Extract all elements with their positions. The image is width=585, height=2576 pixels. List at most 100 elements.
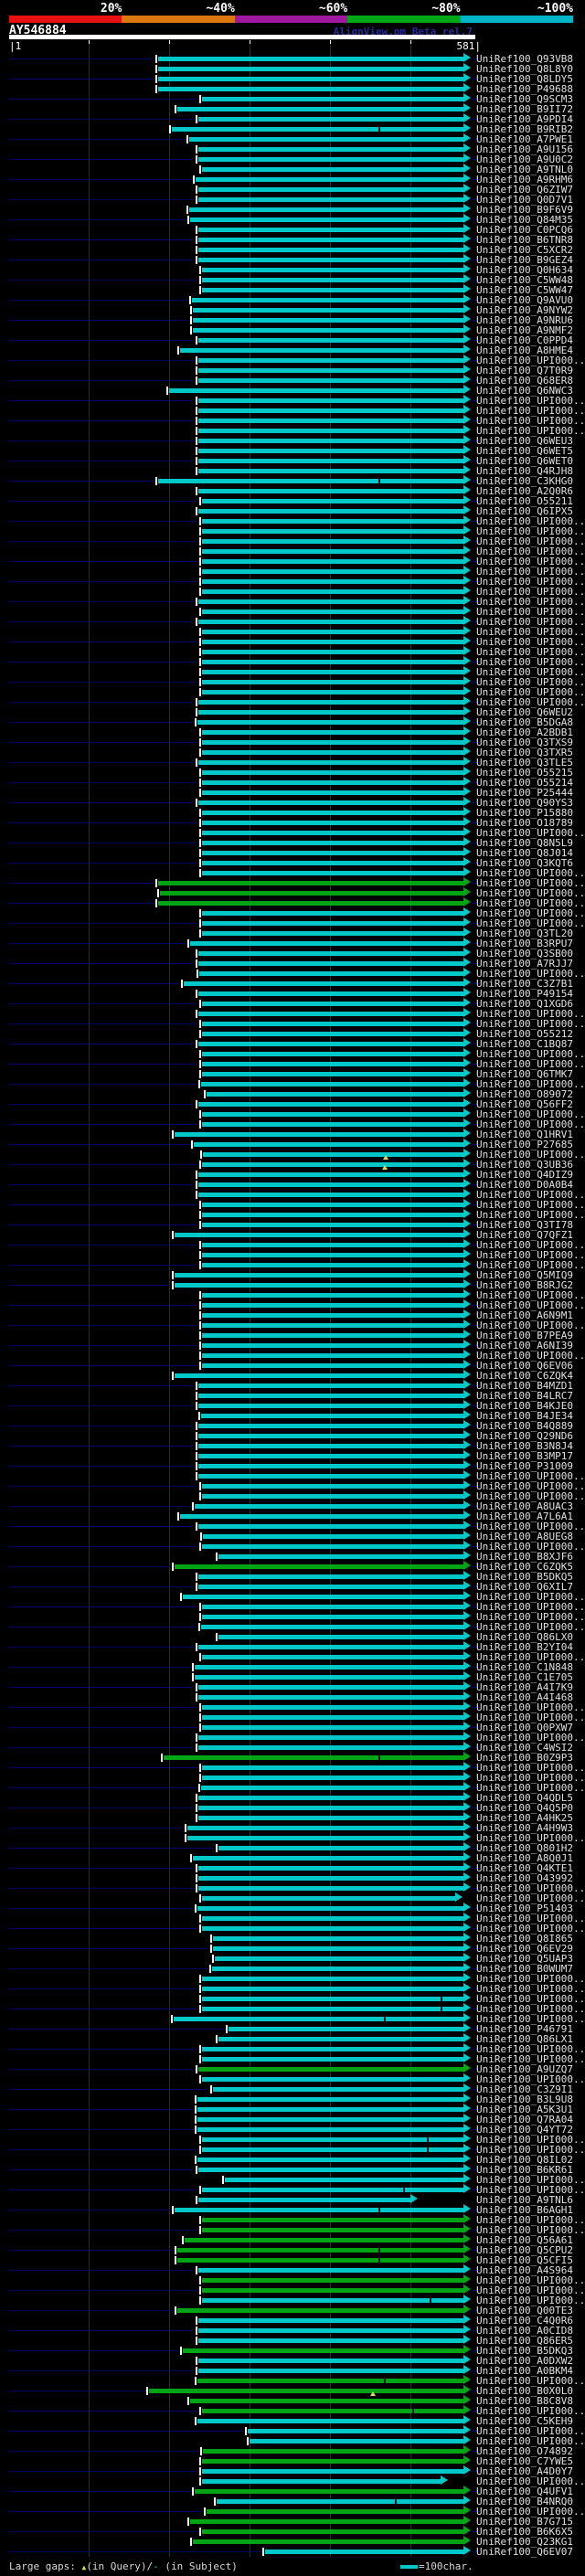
hit-label[interactable]: UniRef100_UPI000..: [476, 617, 585, 627]
hit-bar[interactable]: [213, 2086, 463, 2092]
hit-label[interactable]: UniRef100_Q6EV06: [476, 1361, 573, 1371]
hit-label[interactable]: UniRef100_O89072: [476, 1089, 573, 1099]
hit-label[interactable]: UniRef100_Q6EV29: [476, 1944, 573, 1954]
hit-label[interactable]: UniRef100_Q3TXR5: [476, 747, 573, 758]
hit-label[interactable]: UniRef100_UPI000..: [476, 918, 585, 928]
hit-label[interactable]: UniRef100_B8XJF6: [476, 1552, 573, 1562]
hit-label[interactable]: UniRef100_UPI000..: [476, 657, 585, 667]
hit-bar[interactable]: [202, 588, 463, 594]
hit-bar[interactable]: [202, 790, 463, 795]
hit-label[interactable]: UniRef100_Q6WEU2: [476, 707, 573, 717]
hit-bar[interactable]: [158, 900, 463, 906]
hit-bar[interactable]: [202, 2046, 463, 2051]
hit-bar[interactable]: [195, 1664, 463, 1670]
hit-bar[interactable]: [175, 2207, 463, 2212]
hit-bar[interactable]: [202, 1202, 463, 1207]
hit-label[interactable]: UniRef100_UPI000..: [476, 1240, 585, 1250]
hit-bar[interactable]: [202, 920, 463, 926]
hit-bar[interactable]: [202, 729, 463, 735]
hit-label[interactable]: UniRef100_UPI000..: [476, 667, 585, 677]
hit-bar[interactable]: [202, 1111, 463, 1117]
hit-bar[interactable]: [202, 1322, 463, 1328]
hit-bar[interactable]: [158, 66, 463, 71]
hit-bar[interactable]: [202, 1312, 463, 1318]
hit-bar[interactable]: [217, 2498, 463, 2504]
hit-bar[interactable]: [198, 116, 463, 122]
hit-label[interactable]: UniRef100_UPI000..: [476, 969, 585, 979]
hit-bar[interactable]: [202, 2006, 463, 2011]
hit-bar[interactable]: [190, 217, 463, 222]
hit-bar[interactable]: [180, 347, 463, 353]
hit-label[interactable]: UniRef100_UPI000..: [476, 2426, 585, 2436]
hit-bar[interactable]: [183, 1594, 463, 1599]
hit-label[interactable]: UniRef100_UPI000..: [476, 516, 585, 526]
hit-bar[interactable]: [198, 237, 463, 242]
hit-bar[interactable]: [149, 2388, 463, 2393]
hit-bar[interactable]: [202, 2147, 463, 2152]
hit-label[interactable]: UniRef100_Q68ER8: [476, 376, 573, 386]
hit-bar[interactable]: [202, 1976, 463, 1981]
hit-bar[interactable]: [202, 1242, 463, 1247]
hit-label[interactable]: UniRef100_Q5UAP3: [476, 1954, 573, 1964]
hit-label[interactable]: UniRef100_UPI000..: [476, 2507, 585, 2517]
hit-label[interactable]: UniRef100_A7PWE1: [476, 134, 573, 144]
hit-label[interactable]: UniRef100_P31009: [476, 1461, 573, 1471]
hit-label[interactable]: UniRef100_Q3TXS9: [476, 737, 573, 747]
hit-label[interactable]: UniRef100_UPI000..: [476, 1622, 585, 1632]
hit-bar[interactable]: [177, 2247, 463, 2253]
hit-bar[interactable]: [202, 1765, 463, 1770]
hit-bar[interactable]: [197, 2418, 463, 2423]
hit-label[interactable]: UniRef100_B4Q889: [476, 1421, 573, 1431]
hit-label[interactable]: UniRef100_Q6EV07: [476, 2547, 573, 2557]
hit-bar[interactable]: [203, 1151, 463, 1157]
hit-label[interactable]: UniRef100_UPI000..: [476, 1974, 585, 1984]
hit-label[interactable]: UniRef100_UPI000..: [476, 1883, 585, 1893]
hit-bar[interactable]: [202, 2287, 463, 2293]
hit-label[interactable]: UniRef100_Q23KG1: [476, 2537, 573, 2547]
hit-bar[interactable]: [201, 1081, 463, 1087]
hit-bar[interactable]: [175, 1564, 463, 1569]
hit-label[interactable]: UniRef100_UPI000..: [476, 1481, 585, 1491]
hit-label[interactable]: UniRef100_Q6WEU3: [476, 436, 573, 446]
hit-label[interactable]: UniRef100_C6ZQK4: [476, 1371, 573, 1381]
hit-bar[interactable]: [198, 227, 463, 232]
hit-label[interactable]: UniRef100_A6NI39: [476, 1341, 573, 1351]
hit-label[interactable]: UniRef100_Q86LX0: [476, 1632, 573, 1642]
hit-label[interactable]: UniRef100_Q3UB36: [476, 1160, 573, 1170]
hit-bar[interactable]: [172, 126, 463, 132]
hit-bar[interactable]: [187, 1835, 463, 1840]
hit-bar[interactable]: [198, 156, 463, 162]
hit-label[interactable]: UniRef100_A0DXW2: [476, 2356, 573, 2366]
hit-bar[interactable]: [198, 599, 463, 604]
hit-label[interactable]: UniRef100_UPI000..: [476, 2014, 585, 2024]
hit-bar[interactable]: [198, 1694, 463, 1700]
hit-label[interactable]: UniRef100_Q86LX1: [476, 2034, 573, 2044]
hit-bar[interactable]: [202, 850, 463, 855]
hit-bar[interactable]: [202, 1021, 463, 1026]
hit-label[interactable]: UniRef100_Q5CFI5: [476, 2255, 573, 2265]
hit-label[interactable]: UniRef100_B0Z9P3: [476, 1753, 573, 1763]
hit-label[interactable]: UniRef100_O18789: [476, 818, 573, 828]
hit-label[interactable]: UniRef100_B6KR61: [476, 2165, 573, 2175]
hit-bar[interactable]: [198, 1805, 463, 1810]
hit-label[interactable]: UniRef100_C3Z7B1: [476, 979, 573, 989]
hit-label[interactable]: UniRef100_UPI000..: [476, 868, 585, 878]
hit-label[interactable]: UniRef100_A9UZQ7: [476, 2064, 573, 2074]
hit-label[interactable]: UniRef100_Q4QDL5: [476, 1793, 573, 1803]
hit-label[interactable]: UniRef100_UPI000..: [476, 2275, 585, 2285]
hit-bar[interactable]: [202, 609, 463, 614]
hit-bar[interactable]: [198, 1744, 463, 1750]
hit-bar[interactable]: [229, 2026, 463, 2031]
hit-bar[interactable]: [202, 2468, 463, 2474]
hit-label[interactable]: UniRef100_B5DKQ5: [476, 1572, 573, 1582]
hit-bar[interactable]: [197, 719, 463, 725]
hit-label[interactable]: UniRef100_Q5MIQ9: [476, 1270, 573, 1280]
hit-label[interactable]: UniRef100_C4Q0R6: [476, 2316, 573, 2326]
hit-label[interactable]: UniRef100_A8UAC3: [476, 1501, 573, 1511]
hit-label[interactable]: UniRef100_UPI000..: [476, 1200, 585, 1210]
hit-label[interactable]: UniRef100_Q7RA04: [476, 2115, 573, 2125]
hit-label[interactable]: UniRef100_O55211: [476, 496, 573, 506]
hit-bar[interactable]: [195, 1503, 463, 1509]
hit-bar[interactable]: [198, 1875, 463, 1881]
hit-label[interactable]: UniRef100_UPI000..: [476, 567, 585, 577]
